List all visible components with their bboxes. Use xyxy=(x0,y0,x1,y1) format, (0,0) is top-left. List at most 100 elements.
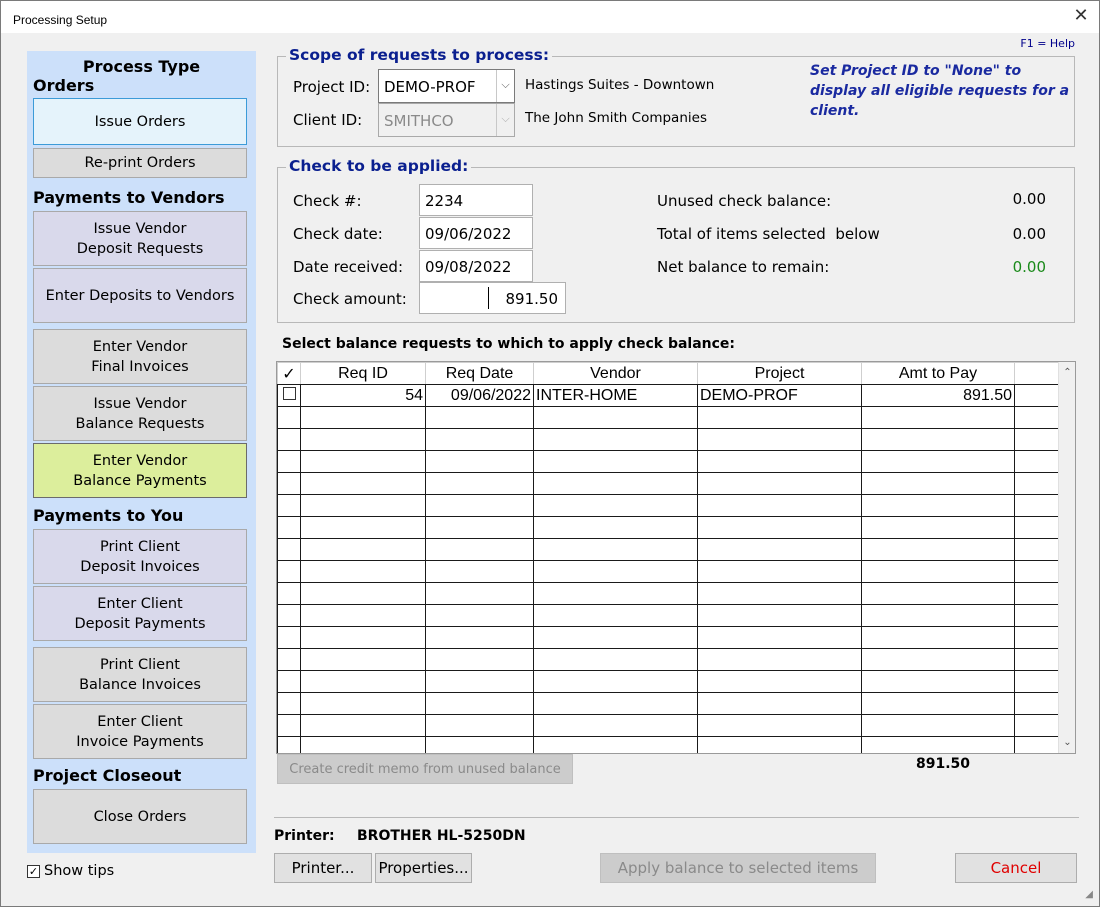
table-row[interactable] xyxy=(277,560,1060,583)
enter-client-invoice-payments-button[interactable]: Enter Client Invoice Payments xyxy=(33,704,247,759)
empty-cell xyxy=(533,538,698,561)
table-row[interactable] xyxy=(277,626,1060,649)
properties-button[interactable]: Properties... xyxy=(375,853,472,883)
empty-cell xyxy=(300,516,426,539)
empty-cell xyxy=(300,692,426,715)
window-title: Processing Setup xyxy=(13,13,108,27)
date-received-value: 09/08/2022 xyxy=(425,258,512,276)
empty-cell xyxy=(1014,406,1060,429)
scroll-down-icon[interactable]: ⌄ xyxy=(1059,734,1075,751)
printer-button[interactable]: Printer... xyxy=(274,853,372,883)
table-row[interactable] xyxy=(277,692,1060,715)
show-tips-checkbox[interactable]: ✓ xyxy=(27,864,40,878)
unused-balance-value: 0.00 xyxy=(1012,190,1046,208)
resize-grip-icon[interactable]: ◢ xyxy=(1085,889,1093,900)
empty-cell xyxy=(277,428,301,451)
table-row[interactable] xyxy=(277,516,1060,539)
row-checkbox[interactable] xyxy=(282,386,296,400)
empty-cell xyxy=(697,494,862,517)
empty-cell xyxy=(425,582,534,605)
issue-orders-button[interactable]: Issue Orders xyxy=(33,98,247,145)
empty-cell xyxy=(1014,450,1060,473)
show-tips-option[interactable]: ✓ Show tips xyxy=(27,863,114,879)
reprint-orders-button[interactable]: Re-print Orders xyxy=(33,148,247,178)
check-date-field[interactable]: 09/06/2022 xyxy=(419,217,533,249)
empty-cell xyxy=(697,670,862,693)
col-check[interactable]: ✓ xyxy=(277,362,301,385)
req-id-cell: 54 xyxy=(300,384,426,407)
empty-cell xyxy=(300,428,426,451)
empty-cell xyxy=(1014,560,1060,583)
client-id-value: SMITHCO xyxy=(384,112,454,130)
chevron-down-icon[interactable]: ⌵ xyxy=(496,70,514,102)
col-req-id[interactable]: Req ID xyxy=(300,362,426,385)
empty-cell xyxy=(277,692,301,715)
empty-cell xyxy=(425,494,534,517)
table-row[interactable] xyxy=(277,648,1060,671)
close-orders-button[interactable]: Close Orders xyxy=(33,789,247,844)
col-project[interactable]: Project xyxy=(697,362,862,385)
row-select-cell[interactable] xyxy=(277,384,301,407)
print-client-balance-invoices-button[interactable]: Print Client Balance Invoices xyxy=(33,647,247,702)
check-date-label: Check date: xyxy=(293,225,383,243)
table-row[interactable] xyxy=(277,670,1060,693)
col-amt-to-pay[interactable]: Amt to Pay xyxy=(861,362,1015,385)
table-row[interactable] xyxy=(277,538,1060,561)
scroll-up-icon[interactable]: ⌃ xyxy=(1059,364,1075,381)
table-row[interactable] xyxy=(277,714,1060,737)
table-row[interactable] xyxy=(277,604,1060,627)
scope-hint: Set Project ID to "None" to display all … xyxy=(810,63,1070,119)
empty-cell xyxy=(425,560,534,583)
table-row[interactable] xyxy=(277,450,1060,473)
cancel-button[interactable]: Cancel xyxy=(955,853,1077,883)
project-id-select[interactable]: DEMO-PROF ⌵ xyxy=(378,69,515,103)
table-row[interactable] xyxy=(277,428,1060,451)
empty-cell xyxy=(697,450,862,473)
empty-cell xyxy=(1014,692,1060,715)
table-row[interactable] xyxy=(277,406,1060,429)
check-amount-field[interactable]: 891.50 xyxy=(419,282,566,314)
table-row[interactable] xyxy=(277,736,1060,753)
apply-balance-button[interactable]: Apply balance to selected items xyxy=(600,853,876,883)
empty-cell xyxy=(300,582,426,605)
empty-cell xyxy=(425,670,534,693)
issue-vendor-deposit-requests-button[interactable]: Issue Vendor Deposit Requests xyxy=(33,211,247,266)
date-received-field[interactable]: 09/08/2022 xyxy=(419,250,533,282)
grid-scrollbar[interactable]: ⌃ ⌄ xyxy=(1058,362,1075,753)
section-payments-vendors: Payments to Vendors xyxy=(33,188,225,207)
check-number-field[interactable]: 2234 xyxy=(419,184,533,216)
table-row[interactable] xyxy=(277,582,1060,605)
empty-cell xyxy=(1014,538,1060,561)
table-row[interactable] xyxy=(277,494,1060,517)
empty-cell xyxy=(1014,670,1060,693)
unused-balance-label: Unused check balance: xyxy=(657,192,832,210)
empty-cell xyxy=(300,736,426,753)
table-row[interactable]: 54 09/06/2022 INTER-HOME DEMO-PROF 891.5… xyxy=(277,384,1060,407)
print-client-deposit-invoices-button[interactable]: Print Client Deposit Invoices xyxy=(33,529,247,584)
enter-vendor-balance-payments-button[interactable]: Enter Vendor Balance Payments xyxy=(33,443,247,498)
empty-cell xyxy=(697,714,862,737)
col-req-date[interactable]: Req Date xyxy=(425,362,534,385)
empty-cell xyxy=(1014,428,1060,451)
balance-requests-grid[interactable]: ✓ Req ID Req Date Vendor Project Amt to … xyxy=(276,361,1076,754)
create-credit-memo-button[interactable]: Create credit memo from unused balance xyxy=(277,754,573,784)
table-row[interactable] xyxy=(277,472,1060,495)
empty-cell xyxy=(533,406,698,429)
empty-cell xyxy=(425,714,534,737)
net-balance-label: Net balance to remain: xyxy=(657,258,830,276)
client-id-label: Client ID: xyxy=(293,111,363,129)
enter-deposits-to-vendors-button[interactable]: Enter Deposits to Vendors xyxy=(33,268,247,323)
issue-vendor-balance-requests-button[interactable]: Issue Vendor Balance Requests xyxy=(33,386,247,441)
empty-cell xyxy=(697,406,862,429)
empty-cell xyxy=(697,472,862,495)
empty-cell xyxy=(425,538,534,561)
close-icon[interactable]: ✕ xyxy=(1069,5,1093,29)
enter-vendor-final-invoices-button[interactable]: Enter Vendor Final Invoices xyxy=(33,329,247,384)
col-vendor[interactable]: Vendor xyxy=(533,362,698,385)
empty-cell xyxy=(425,516,534,539)
client-id-select[interactable]: SMITHCO ⌵ xyxy=(378,103,515,137)
total-selected-value: 0.00 xyxy=(1012,225,1046,243)
enter-client-deposit-payments-button[interactable]: Enter Client Deposit Payments xyxy=(33,586,247,641)
empty-cell xyxy=(300,494,426,517)
grid-header-row: ✓ Req ID Req Date Vendor Project Amt to … xyxy=(277,362,1060,385)
